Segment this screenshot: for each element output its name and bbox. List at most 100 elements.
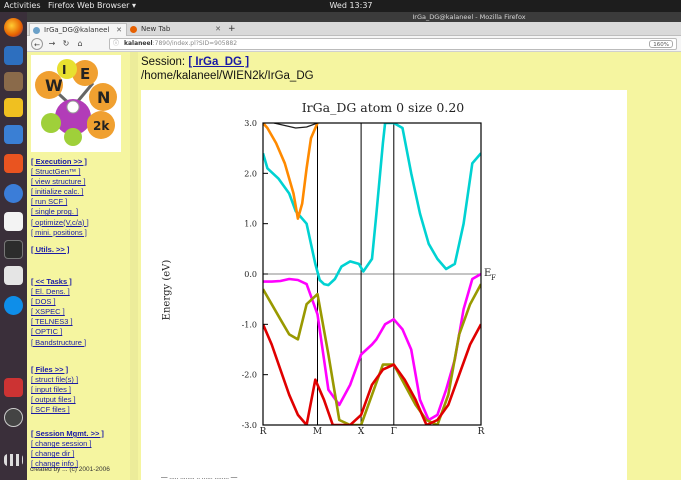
menu-link-input-files[interactable]: [ input files ] xyxy=(31,385,78,395)
svg-text:W: W xyxy=(45,76,63,95)
menu-link-xspec[interactable]: [ XSPEC ] xyxy=(31,307,86,317)
menu-link-session-mgmt[interactable]: [ Session Mgmt. >> ] xyxy=(31,429,104,439)
menu-link-output-files[interactable]: [ output files ] xyxy=(31,395,78,405)
terminal-icon[interactable] xyxy=(4,240,23,259)
menu-link-structgen[interactable]: [ StructGen™ ] xyxy=(31,167,89,177)
y-tick-label: 2.0 xyxy=(244,169,257,178)
y-tick-label: 0.0 xyxy=(244,270,257,279)
y-tick-label: 3.0 xyxy=(244,119,257,128)
session-path: /home/kalaneel/WIEN2k/IrGa_DG xyxy=(141,70,314,82)
session-header: Session: [ IrGa_DG ] /home/kalaneel/WIEN… xyxy=(141,55,314,83)
tab-bar: IrGa_DG@kalaneel ✕ New Tab ✕ + xyxy=(27,22,681,36)
menu-link-tasks[interactable]: [ << Tasks ] xyxy=(31,277,86,287)
menu-link-optic[interactable]: [ OPTIC ] xyxy=(31,327,86,337)
band-chart: 3.02.01.00.0-1.0-2.0-3.0R M X Γ RE F xyxy=(242,119,496,437)
url-bar[interactable]: ⓘ kalaneel:7890/index.pl?SID=905882 160% xyxy=(109,38,677,50)
menu-link-struct-file-s[interactable]: [ struct file(s) ] xyxy=(31,375,78,385)
firefox-window: IrGa_DG@kalaneel - Mozilla Firefox IrGa_… xyxy=(27,12,681,480)
wien2k-sidebar: W I E N 2k [ Execution >> ][ StructGen™ … xyxy=(27,52,130,480)
menu-link-initialize-calc[interactable]: [ initialize calc. ] xyxy=(31,187,89,197)
site-info-icon[interactable]: ⓘ xyxy=(113,39,119,49)
activities-button[interactable]: Activities xyxy=(4,0,41,12)
teamviewer-icon[interactable] xyxy=(4,296,23,315)
session-name-link[interactable]: [ IrGa_DG ] xyxy=(188,56,249,68)
y-tick-label: 1.0 xyxy=(244,220,257,229)
writer-icon[interactable] xyxy=(4,125,23,144)
home-icon[interactable]: ⌂ xyxy=(74,38,86,50)
menu-link-mini-positions[interactable]: [ mini. positions ] xyxy=(31,228,89,238)
wien2k-logo[interactable]: W I E N 2k xyxy=(31,55,121,152)
y-tick-label: -1.0 xyxy=(242,320,257,329)
menu-link-files[interactable]: [ Files >> ] xyxy=(31,365,78,375)
menu-utils: [ Utils. >> ] xyxy=(31,245,69,255)
close-tab-icon[interactable]: ✕ xyxy=(215,23,221,36)
menu-link-run-scf[interactable]: [ run SCF ] xyxy=(31,197,89,207)
tab-label: New Tab xyxy=(141,25,171,33)
menu-link-bandstructure[interactable]: [ Bandstructure ] xyxy=(31,338,86,348)
page-content: W I E N 2k [ Execution >> ][ StructGen™ … xyxy=(27,52,681,480)
copyright-footnote: created by ... (c) 2001-2006 xyxy=(30,466,110,473)
menu-link-change-session[interactable]: [ change session ] xyxy=(31,439,104,449)
navigation-bar: ← → ↻ ⌂ ⓘ kalaneel:7890/index.pl?SID=905… xyxy=(27,36,681,52)
band-series-5 xyxy=(273,123,318,129)
help-icon[interactable] xyxy=(4,184,23,203)
files-icon[interactable] xyxy=(4,72,23,91)
menu-session: [ Session Mgmt. >> ][ change session ][ … xyxy=(31,429,104,469)
media-icon[interactable] xyxy=(4,378,23,397)
show-apps-icon[interactable] xyxy=(4,454,23,466)
x-kpoint-label: M xyxy=(313,427,322,437)
new-tab-button[interactable]: + xyxy=(225,23,239,36)
tab-irga[interactable]: IrGa_DG@kalaneel ✕ xyxy=(29,23,127,36)
forward-icon[interactable]: → xyxy=(46,38,58,50)
url-host: kalaneel xyxy=(124,40,153,47)
rhythmbox-icon[interactable] xyxy=(4,98,23,117)
menu-link-dos[interactable]: [ DOS ] xyxy=(31,297,86,307)
back-icon[interactable]: ← xyxy=(31,38,43,50)
menu-link-optimize-v-c-a[interactable]: [ optimize(V,c/a) ] xyxy=(31,218,89,228)
url-path: :7890/index.pl?SID=905882 xyxy=(152,40,238,47)
app-menu[interactable]: Firefox Web Browser ▾ xyxy=(48,0,136,12)
menu-link-scf-files[interactable]: [ SCF files ] xyxy=(31,405,78,415)
firefox-favicon-icon xyxy=(130,26,137,33)
menu-link-change-dir[interactable]: [ change dir ] xyxy=(31,449,104,459)
menu-files: [ Files >> ][ struct file(s) ][ input fi… xyxy=(31,365,78,415)
zoom-level[interactable]: 160% xyxy=(649,40,673,48)
menu-tasks: [ << Tasks ][ El. Dens. ][ DOS ][ XSPEC … xyxy=(31,277,86,348)
x-kpoint-label: R xyxy=(260,427,267,437)
svg-text:I: I xyxy=(62,63,66,77)
menu-link-view-structure[interactable]: [ view structure ] xyxy=(31,177,89,187)
svg-text:N: N xyxy=(97,88,110,107)
menu-execution: [ Execution >> ][ StructGen™ ][ view str… xyxy=(31,157,89,238)
firefox-icon[interactable] xyxy=(4,18,23,37)
screenshot-icon[interactable] xyxy=(4,266,23,285)
clock[interactable]: Wed 13:37 xyxy=(321,0,381,12)
tab-label: IrGa_DG@kalaneel xyxy=(44,26,110,34)
wien2k-favicon-icon xyxy=(33,27,40,34)
software-center-icon[interactable] xyxy=(4,154,23,173)
update-icon[interactable] xyxy=(4,408,23,427)
x-kpoint-label: R xyxy=(478,427,485,437)
menu-link-telnes3[interactable]: [ TELNES3 ] xyxy=(31,317,86,327)
x-kpoint-label: X xyxy=(358,427,365,437)
svg-text:E: E xyxy=(80,65,90,83)
cut-off-text: — ..... ........ .. ...... ........ — xyxy=(161,474,238,480)
reload-icon[interactable]: ↻ xyxy=(60,38,72,50)
menu-link-single-prog[interactable]: [ single prog. ] xyxy=(31,207,89,217)
amazon-icon[interactable] xyxy=(4,212,23,231)
tab-new-tab[interactable]: New Tab ✕ xyxy=(127,23,225,36)
y-tick-label: -3.0 xyxy=(242,421,257,430)
launcher-dock xyxy=(0,12,27,480)
y-tick-label: -2.0 xyxy=(242,371,257,380)
x-kpoint-label: Γ xyxy=(391,427,397,437)
menu-link-utils[interactable]: [ Utils. >> ] xyxy=(31,245,69,255)
window-title: IrGa_DG@kalaneel - Mozilla Firefox xyxy=(27,12,681,22)
svg-text:2k: 2k xyxy=(93,119,110,133)
thunderbird-icon[interactable] xyxy=(4,46,23,65)
sidebar-scrollbar[interactable] xyxy=(130,52,138,480)
system-top-bar: Activities Firefox Web Browser ▾ Wed 13:… xyxy=(0,0,681,12)
menu-link-el-dens[interactable]: [ El. Dens. ] xyxy=(31,287,86,297)
bandstructure-plot: IrGa_DG atom 0 size 0.20 Energy (eV) 3.0… xyxy=(162,90,603,480)
session-label: Session: xyxy=(141,56,186,68)
bandstructure-panel: IrGa_DG atom 0 size 0.20 Energy (eV) 3.0… xyxy=(141,90,627,480)
menu-link-execution[interactable]: [ Execution >> ] xyxy=(31,157,89,167)
